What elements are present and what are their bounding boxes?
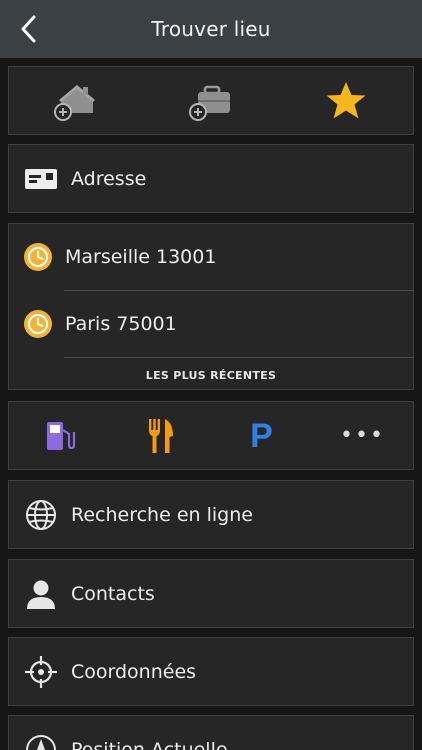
coordinates-label: Coordonnées xyxy=(71,660,197,683)
fork-knife-icon xyxy=(148,418,173,453)
parking-icon: P xyxy=(250,416,273,455)
address-label: Adresse xyxy=(71,167,147,190)
current-position-card: Position Actuelle xyxy=(8,715,414,750)
favorites-button[interactable] xyxy=(278,67,413,134)
fuel-pump-icon xyxy=(46,421,75,450)
page-title: Trouver lieu xyxy=(151,17,271,41)
recent-item-label: Paris 75001 xyxy=(65,313,177,335)
fuel-category-button[interactable] xyxy=(9,402,110,469)
online-search-card: Recherche en ligne xyxy=(8,480,414,549)
globe-icon xyxy=(23,497,59,533)
contacts-button[interactable]: Contacts xyxy=(9,560,413,627)
current-position-button[interactable]: Position Actuelle xyxy=(9,716,413,750)
work-add-icon xyxy=(189,85,230,121)
contacts-label: Contacts xyxy=(71,582,155,605)
back-button[interactable] xyxy=(14,14,42,44)
recent-places-card: Marseille 13001 Paris 75001 LES PLUS RÉC… xyxy=(8,223,414,390)
current-position-label: Position Actuelle xyxy=(71,738,228,750)
contacts-card: Contacts xyxy=(8,559,414,628)
divider xyxy=(64,357,413,358)
crosshair-icon xyxy=(23,654,59,690)
poi-categories-card: P ••• xyxy=(8,401,414,470)
home-add-icon xyxy=(54,84,96,121)
add-home-button[interactable] xyxy=(9,67,144,134)
recent-item[interactable]: Marseille 13001 xyxy=(9,224,413,290)
more-dots-icon: ••• xyxy=(340,422,385,448)
favorites-star-icon xyxy=(326,81,366,118)
app-header: Trouver lieu xyxy=(0,0,422,58)
coordinates-button[interactable]: Coordonnées xyxy=(9,638,413,705)
address-button[interactable]: Adresse xyxy=(9,145,413,212)
restaurant-category-button[interactable] xyxy=(110,402,211,469)
recent-item[interactable]: Paris 75001 xyxy=(9,291,413,357)
quick-shortcuts-card xyxy=(8,66,414,135)
add-work-button[interactable] xyxy=(144,67,279,134)
recent-item-label: Marseille 13001 xyxy=(65,246,217,268)
person-icon xyxy=(23,576,59,612)
more-categories-button[interactable]: ••• xyxy=(312,402,413,469)
parking-category-button[interactable]: P xyxy=(211,402,312,469)
recent-caption: LES PLUS RÉCENTES xyxy=(145,369,277,382)
coordinates-card: Coordonnées xyxy=(8,637,414,706)
navigation-arrow-icon xyxy=(23,732,59,750)
online-search-button[interactable]: Recherche en ligne xyxy=(9,481,413,548)
history-clock-icon xyxy=(24,243,52,271)
history-clock-icon xyxy=(24,310,52,338)
envelope-icon xyxy=(23,161,59,197)
online-search-label: Recherche en ligne xyxy=(71,503,253,526)
address-card: Adresse xyxy=(8,144,414,213)
chevron-left-icon xyxy=(21,15,36,43)
